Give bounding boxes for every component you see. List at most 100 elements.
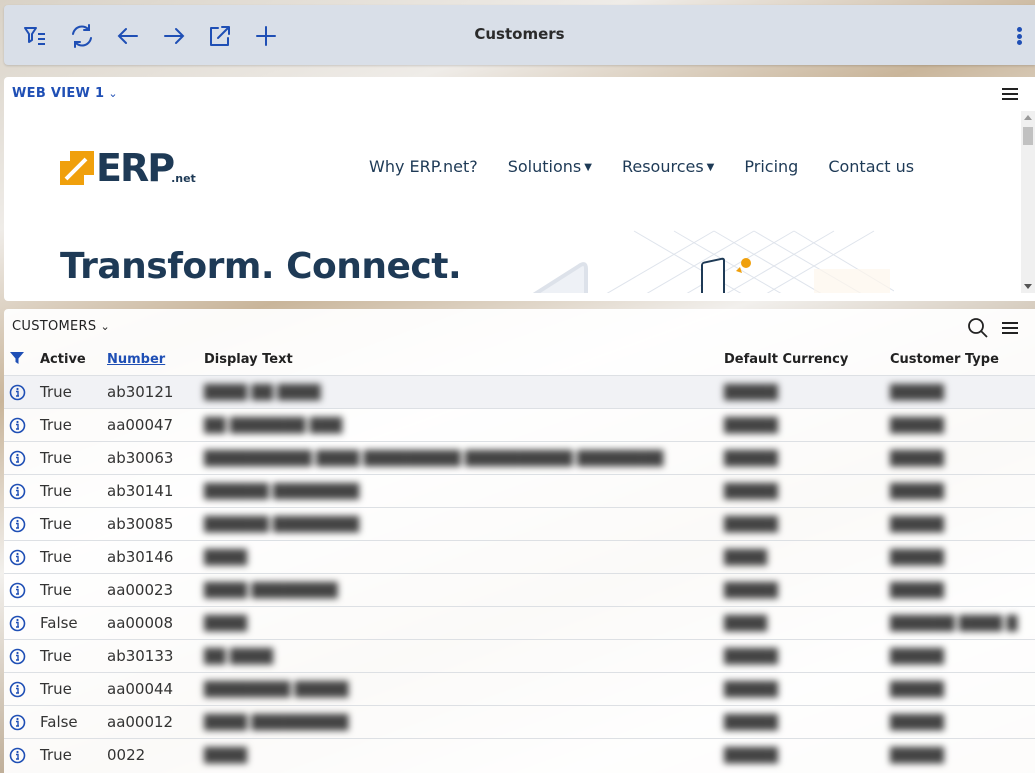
column-header-customer-type[interactable]: Customer Type — [890, 345, 1035, 375]
nav-why-erp[interactable]: Why ERP.net? — [369, 157, 478, 176]
column-header-active[interactable]: Active — [40, 345, 107, 375]
scroll-down-arrow-icon[interactable] — [1024, 284, 1032, 289]
filter-icon[interactable] — [9, 350, 25, 366]
scrollbar-thumb[interactable] — [1023, 127, 1033, 145]
table-header-row: Active Number Display Text Default Curre… — [4, 345, 1035, 375]
hero-illustration — [532, 230, 894, 293]
cell-customer-type: █████ — [890, 473, 1035, 507]
table-row[interactable]: True ab30133 ██ ████ █████ █████ — [4, 638, 1035, 672]
info-icon[interactable] — [9, 747, 26, 764]
table-row[interactable]: True ab30085 ██████ ████████ █████ █████ — [4, 506, 1035, 540]
web-view-scrollbar[interactable] — [1021, 111, 1035, 293]
redacted-customer-type: █████ — [890, 714, 944, 731]
cell-customer-type: █████ — [890, 671, 1035, 705]
info-cell[interactable] — [4, 572, 40, 606]
info-cell[interactable] — [4, 473, 40, 507]
info-icon[interactable] — [9, 384, 26, 401]
cell-customer-type: █████ — [890, 506, 1035, 540]
cell-customer-type: █████ — [890, 407, 1035, 441]
info-cell[interactable] — [4, 440, 40, 474]
cell-active: False — [40, 605, 107, 639]
info-cell[interactable] — [4, 704, 40, 738]
redacted-currency: █████ — [724, 582, 778, 599]
redacted-currency: █████ — [724, 450, 778, 467]
info-icon[interactable] — [9, 549, 26, 566]
redacted-display-text: ████ ████████ — [204, 582, 338, 599]
cell-display-text: ██████████ ████ █████████ ██████████ ███… — [204, 440, 724, 474]
column-header-display-text[interactable]: Display Text — [204, 345, 724, 375]
redacted-customer-type: █████ — [890, 747, 944, 764]
table-row[interactable]: True aa00047 ██ ███████ ███ █████ █████ — [4, 407, 1035, 441]
table-row[interactable]: True aa00023 ████ ████████ █████ █████ — [4, 572, 1035, 606]
cell-display-text: ████ █████████ — [204, 704, 724, 738]
nav-resources[interactable]: Resources ▼ — [622, 157, 714, 176]
info-cell[interactable] — [4, 506, 40, 540]
info-icon[interactable] — [9, 582, 26, 599]
filter-column-header[interactable] — [4, 345, 40, 375]
info-icon[interactable] — [9, 648, 26, 665]
cell-display-text: ██████ ████████ — [204, 506, 724, 540]
info-icon[interactable] — [9, 681, 26, 698]
redacted-display-text: ████ — [204, 615, 248, 632]
cell-active: True — [40, 374, 107, 408]
cell-active: True — [40, 473, 107, 507]
info-cell[interactable] — [4, 605, 40, 639]
cell-display-text: ████ ████████ — [204, 572, 724, 606]
table-row[interactable]: True ab30063 ██████████ ████ █████████ █… — [4, 440, 1035, 474]
search-icon[interactable] — [967, 317, 989, 339]
cell-number: 0022 — [107, 737, 204, 771]
redacted-display-text: ██ ███████ ███ — [204, 417, 343, 434]
table-row[interactable]: True ab30146 ████ ████ █████ — [4, 539, 1035, 573]
info-cell[interactable] — [4, 638, 40, 672]
customers-panel: CUSTOMERS ⌄ Active Number Display Text De… — [4, 309, 1035, 773]
info-icon[interactable] — [9, 714, 26, 731]
info-icon[interactable] — [9, 417, 26, 434]
nav-contact-us[interactable]: Contact us — [828, 157, 914, 176]
info-icon[interactable] — [9, 483, 26, 500]
cell-default-currency: █████ — [724, 473, 890, 507]
table-row[interactable]: False aa00008 ████ ████ ██████ ████ █ — [4, 605, 1035, 639]
cell-active: True — [40, 572, 107, 606]
info-icon[interactable] — [9, 450, 26, 467]
cell-customer-type: █████ — [890, 704, 1035, 738]
info-cell[interactable] — [4, 374, 40, 408]
customers-panel-title[interactable]: CUSTOMERS ⌄ — [12, 319, 110, 334]
more-options-icon[interactable] — [1013, 23, 1025, 49]
caret-down-icon: ▼ — [706, 162, 715, 173]
column-header-number[interactable]: Number — [107, 345, 204, 375]
cell-number: ab30121 — [107, 374, 204, 408]
erp-logo[interactable]: ERP .net — [60, 149, 196, 187]
redacted-currency: ████ — [724, 615, 768, 632]
scroll-up-arrow-icon[interactable] — [1024, 115, 1032, 120]
info-cell[interactable] — [4, 407, 40, 441]
web-view-menu-icon[interactable] — [1002, 88, 1018, 100]
table-row[interactable]: True aa00044 ████████ █████ █████ █████ — [4, 671, 1035, 705]
table-row[interactable]: False aa00012 ████ █████████ █████ █████ — [4, 704, 1035, 738]
chevron-down-icon: ⌄ — [100, 320, 110, 333]
redacted-customer-type: █████ — [890, 516, 944, 533]
info-icon[interactable] — [9, 615, 26, 632]
info-cell[interactable] — [4, 671, 40, 705]
redacted-customer-type: █████ — [890, 384, 944, 401]
info-cell[interactable] — [4, 737, 40, 771]
redacted-currency: █████ — [724, 516, 778, 533]
cell-default-currency: █████ — [724, 374, 890, 408]
cell-customer-type: █████ — [890, 638, 1035, 672]
info-icon[interactable] — [9, 516, 26, 533]
top-toolbar: Customers — [4, 5, 1035, 65]
nav-pricing[interactable]: Pricing — [744, 157, 798, 176]
info-cell[interactable] — [4, 539, 40, 573]
nav-solutions[interactable]: Solutions ▼ — [508, 157, 592, 176]
redacted-customer-type: █████ — [890, 582, 944, 599]
customers-menu-icon[interactable] — [1002, 322, 1018, 334]
table-row[interactable]: True 0022 ████ █████ █████ — [4, 737, 1035, 771]
cell-number: aa00008 — [107, 605, 204, 639]
cell-number: aa00023 — [107, 572, 204, 606]
chevron-down-icon: ⌄ — [108, 87, 118, 100]
column-header-default-currency[interactable]: Default Currency — [724, 345, 890, 375]
web-view-panel-title[interactable]: WEB VIEW 1 ⌄ — [12, 86, 118, 101]
cell-number: aa00044 — [107, 671, 204, 705]
cell-default-currency: █████ — [724, 440, 890, 474]
table-row[interactable]: True ab30121 ████ ██ ████ █████ █████ — [4, 374, 1035, 408]
table-row[interactable]: True ab30141 ██████ ████████ █████ █████ — [4, 473, 1035, 507]
